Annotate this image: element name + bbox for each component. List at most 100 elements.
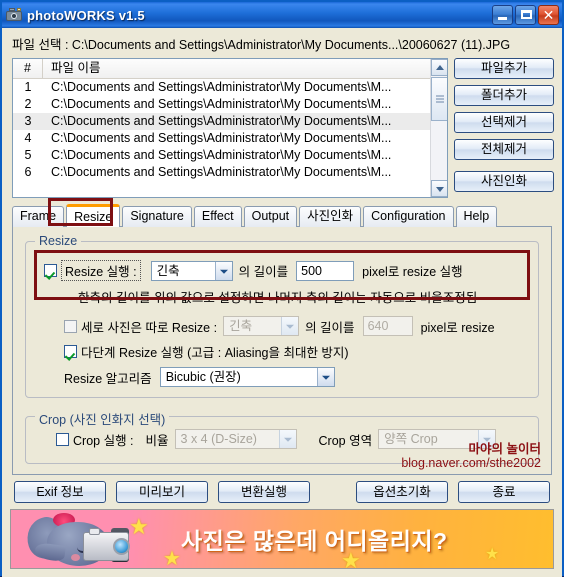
column-header-filename: 파일 이름 bbox=[51, 61, 101, 75]
vertical-length-label: 의 길이를 bbox=[305, 320, 355, 335]
scroll-up-icon[interactable] bbox=[431, 59, 447, 76]
table-row[interactable]: 6 C:\Documents and Settings\Administrato… bbox=[13, 164, 447, 181]
vertical-axis-select[interactable]: 긴축 bbox=[223, 316, 300, 336]
resize-length-suffix: pixel로 resize 실행 bbox=[362, 265, 463, 279]
tab-print-photo[interactable]: 사진인화 bbox=[299, 206, 362, 227]
crop-enable-checkbox[interactable] bbox=[56, 432, 69, 446]
watermark-title: 마야의 놀이터 bbox=[468, 442, 541, 456]
remove-all-button[interactable]: 전체제거 bbox=[454, 139, 554, 160]
row-filename: C:\Documents and Settings\Administrator\… bbox=[51, 97, 392, 111]
file-list[interactable]: # 파일 이름 1 C:\Documents and Settings\Admi… bbox=[12, 58, 448, 198]
tab-bar: Frame Resize Signature Effect Output 사진인… bbox=[12, 204, 552, 227]
resize-algorithm-value: Bicubic (권장) bbox=[165, 370, 241, 384]
client-area: 파일 선택 : C:\Documents and Settings\Admini… bbox=[2, 28, 562, 577]
tab-help[interactable]: Help bbox=[455, 206, 498, 227]
row-index: 2 bbox=[24, 97, 32, 111]
row-index: 1 bbox=[24, 80, 32, 94]
add-file-button[interactable]: 파일추가 bbox=[454, 58, 554, 79]
add-folder-button[interactable]: 폴더추가 bbox=[454, 85, 554, 106]
crop-ratio-select[interactable]: 3 x 4 (D-Size) bbox=[174, 429, 297, 449]
crop-enable-label: Crop 실행 : bbox=[73, 433, 134, 448]
exit-button[interactable]: 종료 bbox=[458, 481, 550, 503]
row-index: 6 bbox=[24, 165, 32, 179]
scrollbar-thumb[interactable] bbox=[431, 77, 447, 121]
row-filename: C:\Documents and Settings\Administrator\… bbox=[51, 114, 392, 128]
preview-button[interactable]: 미리보기 bbox=[116, 481, 208, 503]
crop-area-label: Crop 영역 bbox=[318, 433, 373, 448]
reset-options-button[interactable]: 옵션초기화 bbox=[356, 481, 448, 503]
app-window: photoWORKS v1.5 ✕ 파일 선택 : C:\Documents a… bbox=[0, 0, 564, 577]
table-row[interactable]: 5 C:\Documents and Settings\Administrato… bbox=[13, 147, 447, 164]
column-header-index: # bbox=[13, 59, 43, 78]
row-index: 5 bbox=[24, 148, 32, 162]
multistep-resize-label: 다단계 Resize 실행 (고급 : Aliasing을 최대한 방지) bbox=[81, 346, 349, 360]
vertical-resize-checkbox[interactable] bbox=[64, 319, 77, 333]
resize-length-input[interactable] bbox=[296, 260, 355, 281]
close-icon: ✕ bbox=[542, 7, 555, 23]
resize-group: Resize Resize 실행 : 긴축 의 길이를 pixel로 resiz… bbox=[25, 234, 539, 398]
tab-frame[interactable]: Frame bbox=[12, 206, 65, 227]
file-list-header: # 파일 이름 bbox=[13, 59, 447, 79]
resize-note: 한축의 길이를 위의 값으로 설정하면 나머지 축의 길이는 자동으로 비율조정… bbox=[78, 291, 478, 305]
selected-file-path: 파일 선택 : C:\Documents and Settings\Admini… bbox=[12, 37, 511, 52]
crop-ratio-label: 비율 bbox=[145, 433, 169, 448]
resize-length-label: 의 길이를 bbox=[238, 265, 289, 279]
vertical-axis-value: 긴축 bbox=[229, 319, 253, 333]
vertical-length-input[interactable] bbox=[362, 316, 413, 336]
resize-axis-select[interactable]: 긴축 bbox=[150, 260, 233, 281]
tab-signature[interactable]: Signature bbox=[122, 206, 192, 227]
multistep-resize-checkbox[interactable] bbox=[64, 345, 77, 358]
table-row[interactable]: 2 C:\Documents and Settings\Administrato… bbox=[13, 96, 447, 113]
table-row[interactable]: 1 C:\Documents and Settings\Administrato… bbox=[13, 79, 447, 96]
resize-axis-value: 긴축 bbox=[156, 263, 180, 278]
exif-info-button[interactable]: Exif 정보 bbox=[14, 481, 106, 503]
tab-bar-wrapper: Frame Resize Signature Effect Output 사진인… bbox=[2, 198, 562, 227]
file-list-scrollbar[interactable] bbox=[430, 59, 447, 197]
minimize-button[interactable] bbox=[492, 5, 513, 25]
crop-group-legend: Crop (사진 인화지 선택) bbox=[35, 409, 170, 428]
chevron-down-icon bbox=[316, 368, 334, 386]
tab-resize[interactable]: Resize bbox=[66, 204, 121, 227]
scroll-down-icon[interactable] bbox=[431, 180, 447, 197]
watermark-url: blog.naver.com/sthe2002 bbox=[401, 456, 541, 470]
crop-ratio-value: 3 x 4 (D-Size) bbox=[180, 432, 257, 446]
banner-text: 사진은 많은데 어디올리지? bbox=[181, 528, 448, 554]
star-icon: ★ bbox=[163, 548, 181, 569]
close-button[interactable]: ✕ bbox=[538, 5, 559, 25]
promo-banner[interactable]: ★ ★ ★ ★ ★ 사진은 많은데 어디올리지? bbox=[10, 509, 554, 569]
row-index: 3 bbox=[24, 114, 32, 128]
banner-wrapper: ★ ★ ★ ★ ★ 사진은 많은데 어디올리지? bbox=[2, 509, 562, 577]
vertical-resize-label: 세로 사진은 따로 Resize : bbox=[81, 320, 218, 335]
row-filename: C:\Documents and Settings\Administrator\… bbox=[51, 131, 392, 145]
maximize-button[interactable] bbox=[515, 5, 536, 25]
camera-icon bbox=[6, 7, 22, 23]
row-filename: C:\Documents and Settings\Administrator\… bbox=[51, 148, 392, 162]
table-row[interactable]: 4 C:\Documents and Settings\Administrato… bbox=[13, 130, 447, 147]
row-index: 4 bbox=[24, 131, 32, 145]
bottom-toolbar-right: 옵션초기화 종료 bbox=[346, 481, 550, 503]
remove-selected-button[interactable]: 선택제거 bbox=[454, 112, 554, 133]
resize-enable-checkbox[interactable] bbox=[44, 264, 57, 277]
tab-configuration[interactable]: Configuration bbox=[363, 206, 454, 227]
convert-button[interactable]: 변환실행 bbox=[218, 481, 310, 503]
algorithm-label: Resize 알고리즘 bbox=[64, 371, 152, 386]
bottom-toolbar: Exif 정보 미리보기 변환실행 옵션초기화 종료 bbox=[2, 475, 562, 509]
resize-algorithm-select[interactable]: Bicubic (권장) bbox=[159, 367, 335, 387]
file-actions: 파일추가 폴더추가 선택제거 전체제거 사진인화 bbox=[448, 58, 554, 198]
resize-enable-label: Resize 실행 : bbox=[61, 260, 141, 281]
chevron-down-icon bbox=[281, 317, 299, 335]
file-list-section: # 파일 이름 1 C:\Documents and Settings\Admi… bbox=[2, 58, 562, 198]
star-icon: ★ bbox=[129, 514, 149, 539]
star-icon: ★ bbox=[485, 546, 500, 563]
resize-group-legend: Resize bbox=[35, 234, 82, 248]
row-filename: C:\Documents and Settings\Administrator\… bbox=[51, 80, 392, 94]
tab-effect[interactable]: Effect bbox=[193, 206, 242, 227]
vertical-length-suffix: pixel로 resize bbox=[420, 320, 495, 335]
tab-output[interactable]: Output bbox=[243, 206, 298, 227]
print-photo-button[interactable]: 사진인화 bbox=[454, 171, 554, 192]
elephant-character-icon bbox=[21, 513, 130, 568]
window-title: photoWORKS v1.5 bbox=[27, 7, 145, 23]
table-row[interactable]: 3 C:\Documents and Settings\Administrato… bbox=[13, 113, 447, 130]
title-bar: photoWORKS v1.5 ✕ bbox=[2, 2, 562, 28]
watermark: 마야의 놀이터 blog.naver.com/sthe2002 bbox=[401, 442, 541, 470]
